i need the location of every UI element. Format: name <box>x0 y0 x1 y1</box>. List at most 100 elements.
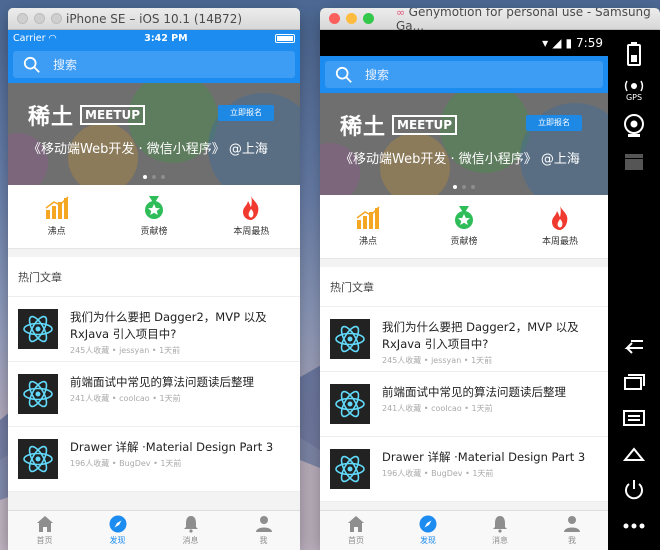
battery-icon <box>627 42 641 66</box>
tab-messages[interactable]: 消息 <box>464 511 536 550</box>
home-button[interactable] <box>616 436 652 472</box>
ios-window-titlebar[interactable]: iPhone SE – iOS 10.1 (14B72) <box>8 8 300 30</box>
minimize-window-button[interactable] <box>34 13 45 24</box>
carousel-dots <box>8 175 300 179</box>
menu-button[interactable] <box>616 400 652 436</box>
banner-brand: 稀土 MEETUP <box>28 99 146 131</box>
search-icon <box>23 56 40 73</box>
bell-icon <box>493 516 507 533</box>
search-placeholder: 搜索 <box>53 58 78 72</box>
register-button[interactable]: 立即报名 <box>526 115 582 131</box>
zoom-window-button[interactable] <box>51 13 62 24</box>
shortcut-weekly-hot[interactable]: 本周最热 <box>203 196 300 237</box>
webcam-icon <box>624 114 644 137</box>
zoom-window-button[interactable] <box>363 13 374 24</box>
article-title: 我们为什么要把 Dagger2，MVP 以及 RxJava 引入项目中? <box>382 320 579 351</box>
clapperboard-icon <box>625 154 643 170</box>
react-logo-icon <box>330 384 370 424</box>
user-icon <box>564 516 580 532</box>
android-app-screen: ▾ ◢ ▮ 7:59 搜索 稀土 MEETUP 立即报名 《移动端Web开发 · … <box>320 30 608 550</box>
webcam-button[interactable] <box>616 108 652 144</box>
recent-apps-icon <box>624 374 645 390</box>
article-meta: 245人收藏 • jessyan • 1天前 <box>382 356 493 365</box>
react-logo-icon <box>18 309 58 349</box>
back-button[interactable] <box>616 328 652 364</box>
article-item[interactable]: 我们为什么要把 Dagger2，MVP 以及 RxJava 引入项目中? 245人… <box>8 297 300 362</box>
tab-home[interactable]: 首页 <box>320 511 392 550</box>
article-item[interactable]: 前端面试中常见的算法问题读后整理 241人收藏 • coolcao • 1天前 <box>320 372 608 437</box>
bottom-tab-bar: 首页 发现 消息 我 <box>320 510 608 550</box>
geny-window-titlebar[interactable]: ∞ Genymotion for personal use - Samsung … <box>320 8 660 33</box>
power-icon <box>625 480 643 500</box>
gps-button[interactable]: GPS <box>616 72 652 108</box>
genymotion-window: ∞ Genymotion for personal use - Samsung … <box>320 8 660 550</box>
shortcut-weekly-hot[interactable]: 本周最热 <box>512 206 608 247</box>
close-window-button[interactable] <box>329 13 340 24</box>
banner-subtitle: 《移动端Web开发 · 微信小程序》 @上海 <box>340 152 580 167</box>
tab-me[interactable]: 我 <box>536 511 608 550</box>
ios-status-bar: Carrier ◠ 3:42 PM <box>8 30 300 46</box>
bar-chart-icon <box>45 196 69 219</box>
bottom-tab-bar: 首页 发现 消息 我 <box>8 510 300 550</box>
tab-discover[interactable]: 发现 <box>392 511 464 550</box>
article-item[interactable]: 前端面试中常见的算法问题读后整理 241人收藏 • coolcao • 1天前 <box>8 362 300 427</box>
search-icon <box>335 66 352 83</box>
react-logo-icon <box>330 319 370 359</box>
article-title: 前端面试中常见的算法问题读后整理 <box>382 385 566 399</box>
shortcut-hot[interactable]: 沸点 <box>8 196 105 237</box>
medal-icon <box>455 206 473 229</box>
medal-icon <box>144 196 163 219</box>
capture-button[interactable] <box>616 144 652 180</box>
article-meta: 245人收藏 • jessyan • 1天前 <box>70 346 181 355</box>
register-button[interactable]: 立即报名 <box>218 105 274 121</box>
shortcut-contribution[interactable]: 贡献榜 <box>416 206 512 247</box>
article-meta: 241人收藏 • coolcao • 1天前 <box>70 394 181 403</box>
more-options-button[interactable] <box>616 508 652 544</box>
home-icon <box>36 516 53 532</box>
ios-simulator-window: iPhone SE – iOS 10.1 (14B72) Carrier ◠ 3… <box>8 8 300 550</box>
article-title: 我们为什么要把 Dagger2，MVP 以及 RxJava 引入项目中? <box>70 310 267 341</box>
menu-icon <box>623 410 645 426</box>
more-dots-icon <box>623 523 645 529</box>
article-meta: 196人收藏 • BugDev • 1天前 <box>382 469 494 478</box>
bell-icon <box>183 516 198 533</box>
tab-me[interactable]: 我 <box>227 511 300 550</box>
search-placeholder: 搜索 <box>365 68 390 82</box>
event-banner[interactable]: 稀土 MEETUP 立即报名 《移动端Web开发 · 微信小程序》 @上海 <box>320 93 608 195</box>
search-input[interactable]: 搜索 <box>325 61 603 88</box>
carousel-dots <box>320 185 608 189</box>
fire-icon <box>552 206 568 230</box>
genymotion-side-toolbar: GPS <box>608 30 660 550</box>
article-title: 前端面试中常见的算法问题读后整理 <box>70 375 254 389</box>
section-title: 热门文章 <box>8 257 300 297</box>
android-home-icon <box>623 447 645 461</box>
banner-subtitle: 《移动端Web开发 · 微信小程序》 @上海 <box>28 142 268 157</box>
close-window-button[interactable] <box>17 13 28 24</box>
status-time: 7:59 <box>576 36 603 50</box>
article-meta: 241人收藏 • coolcao • 1天前 <box>382 404 493 413</box>
shortcut-hot[interactable]: 沸点 <box>320 206 416 247</box>
satellite-icon <box>624 80 644 91</box>
shortcut-row: 沸点 贡献榜 本周最热 <box>320 195 608 259</box>
power-button[interactable] <box>616 472 652 508</box>
tab-messages[interactable]: 消息 <box>154 511 227 550</box>
article-item[interactable]: Drawer 详解 ·Material Design Part 3 196人收藏 … <box>8 427 300 492</box>
battery-widget-button[interactable] <box>616 36 652 72</box>
shortcut-contribution[interactable]: 贡献榜 <box>105 196 202 237</box>
ios-app-screen: Carrier ◠ 3:42 PM 搜索 稀土 MEETUP 立即报名 《移动端W… <box>8 30 300 550</box>
fire-icon <box>243 196 259 220</box>
article-item[interactable]: 我们为什么要把 Dagger2，MVP 以及 RxJava 引入项目中? 245人… <box>320 307 608 372</box>
react-logo-icon <box>330 449 370 489</box>
minimize-window-button[interactable] <box>346 13 357 24</box>
search-input[interactable]: 搜索 <box>13 51 295 78</box>
bar-chart-icon <box>356 206 380 229</box>
user-icon <box>255 516 272 532</box>
article-item[interactable]: Drawer 详解 ·Material Design Part 3 196人收藏 … <box>320 437 608 502</box>
recent-apps-button[interactable] <box>616 364 652 400</box>
event-banner[interactable]: 稀土 MEETUP 立即报名 《移动端Web开发 · 微信小程序》 @上海 <box>8 83 300 185</box>
genymotion-logo-icon: ∞ <box>396 8 409 19</box>
home-icon <box>348 516 364 532</box>
app-header: Carrier ◠ 3:42 PM 搜索 <box>8 30 300 83</box>
tab-home[interactable]: 首页 <box>8 511 81 550</box>
tab-discover[interactable]: 发现 <box>81 511 154 550</box>
